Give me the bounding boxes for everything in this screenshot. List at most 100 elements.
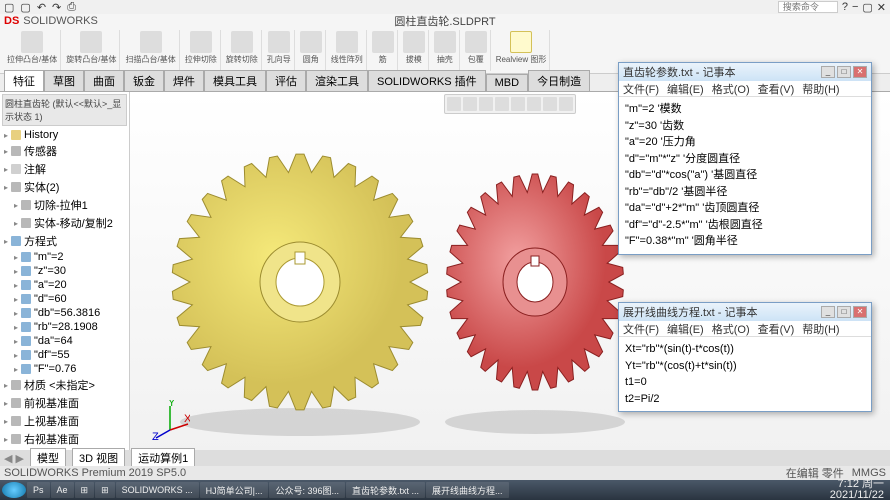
- ribbon-icon[interactable]: [80, 31, 102, 53]
- search-input[interactable]: [778, 1, 838, 13]
- ribbon-icon[interactable]: [21, 31, 43, 53]
- ribbon-icon[interactable]: [465, 31, 487, 53]
- start-button[interactable]: [2, 482, 26, 498]
- notepad-menu[interactable]: 文件(F)编辑(E)格式(O)查看(V)帮助(H): [619, 321, 871, 337]
- notepad-menu-item[interactable]: 编辑(E): [667, 321, 704, 337]
- notepad-body[interactable]: "m"=2 '模数"z"=30 '齿数"a"=20 '压力角"d"="m"*"z…: [619, 97, 871, 254]
- ribbon-group[interactable]: 拉伸切除: [182, 30, 221, 71]
- command-tab[interactable]: 模具工具: [204, 70, 266, 91]
- ribbon-icon[interactable]: [403, 31, 425, 53]
- realview-icon[interactable]: [510, 31, 532, 53]
- feature-tree-item[interactable]: ▸传感器: [2, 142, 127, 160]
- notepad-menu-item[interactable]: 帮助(H): [802, 81, 839, 97]
- notepad-titlebar[interactable]: 直齿轮参数.txt - 记事本 _□✕: [619, 63, 871, 81]
- notepad-menu-item[interactable]: 格式(O): [712, 321, 750, 337]
- view-tool-icon[interactable]: [495, 97, 509, 111]
- qat-icon[interactable]: ↶: [37, 1, 46, 14]
- orientation-triad[interactable]: Y X Z: [150, 400, 190, 440]
- feature-tree-item[interactable]: ▸切除-拉伸1: [2, 196, 127, 214]
- minimize-icon[interactable]: −: [852, 1, 858, 13]
- bottom-tab[interactable]: 3D 视图: [72, 448, 125, 468]
- feature-tree-item[interactable]: ▸上视基准面: [2, 412, 127, 430]
- feature-tree-item[interactable]: ▸"rb"=28.1908: [2, 320, 127, 334]
- feature-tree-item[interactable]: ▸"df"=55: [2, 348, 127, 362]
- ribbon-icon[interactable]: [300, 31, 322, 53]
- feature-tree[interactable]: 圆柱直齿轮 (默认<<默认>_显示状态 1) ▸History▸传感器▸注解▸实…: [0, 92, 130, 480]
- ribbon-group[interactable]: 扫描凸台/基体: [122, 30, 179, 71]
- taskbar-item[interactable]: SOLIDWORKS ...: [116, 482, 199, 498]
- view-tool-icon[interactable]: [479, 97, 493, 111]
- ribbon-icon[interactable]: [336, 31, 358, 53]
- command-tab[interactable]: 今日制造: [528, 70, 590, 91]
- taskbar-item[interactable]: Ae: [51, 482, 74, 498]
- notepad-menu[interactable]: 文件(F)编辑(E)格式(O)查看(V)帮助(H): [619, 81, 871, 97]
- feature-tree-item[interactable]: ▸"z"=30: [2, 264, 127, 278]
- ribbon-group[interactable]: 线性阵列: [328, 30, 367, 71]
- feature-tree-item[interactable]: ▸"da"=64: [2, 334, 127, 348]
- feature-tree-item[interactable]: ▸"d"=60: [2, 292, 127, 306]
- ribbon-group[interactable]: 筋: [369, 30, 398, 71]
- help-icon[interactable]: ?: [842, 1, 848, 13]
- command-tab[interactable]: 焊件: [164, 70, 204, 91]
- taskbar-item[interactable]: ⊞: [75, 482, 95, 498]
- command-tab[interactable]: 曲面: [84, 70, 124, 91]
- qat-icon[interactable]: ↷: [52, 1, 61, 14]
- notepad-body[interactable]: Xt="rb"*(sin(t)-t*cos(t))Yt="rb"*(cos(t)…: [619, 337, 871, 411]
- taskbar-item[interactable]: 公众号: 396图...: [269, 482, 345, 498]
- min-icon[interactable]: _: [821, 306, 835, 318]
- view-tool-icon[interactable]: [511, 97, 525, 111]
- taskbar-item[interactable]: Ps: [27, 482, 50, 498]
- ribbon-group[interactable]: 抽壳: [431, 30, 460, 71]
- close-icon[interactable]: ✕: [853, 66, 867, 78]
- feature-tree-item[interactable]: ▸实体(2): [2, 178, 127, 196]
- close-icon[interactable]: ✕: [853, 306, 867, 318]
- taskbar-clock[interactable]: 7:12 周一 2021/11/22: [826, 479, 888, 501]
- feature-tree-item[interactable]: ▸"m"=2: [2, 250, 127, 264]
- command-tab[interactable]: 渲染工具: [306, 70, 368, 91]
- qat-icon[interactable]: ▢: [4, 1, 14, 14]
- view-tool-icon[interactable]: [463, 97, 477, 111]
- feature-tree-item[interactable]: ▸注解: [2, 160, 127, 178]
- ribbon-group[interactable]: 旋转切除: [223, 30, 262, 71]
- notepad-menu-item[interactable]: 查看(V): [758, 321, 795, 337]
- view-tool-icon[interactable]: [543, 97, 557, 111]
- ribbon-icon[interactable]: [190, 31, 212, 53]
- ribbon-group[interactable]: 拔模: [400, 30, 429, 71]
- notepad-menu-item[interactable]: 格式(O): [712, 81, 750, 97]
- command-tab[interactable]: 特征: [4, 70, 44, 91]
- bottom-tab[interactable]: 运动算例1: [131, 448, 195, 468]
- maximize-icon[interactable]: ▢: [862, 1, 872, 14]
- taskbar-item[interactable]: ⊞: [95, 482, 115, 498]
- view-tool-icon[interactable]: [447, 97, 461, 111]
- feature-tree-item[interactable]: ▸方程式: [2, 232, 127, 250]
- notepad-equations[interactable]: 展开线曲线方程.txt - 记事本 _□✕ 文件(F)编辑(E)格式(O)查看(…: [618, 302, 872, 412]
- notepad-menu-item[interactable]: 文件(F): [623, 321, 659, 337]
- windows-taskbar[interactable]: PsAe⊞⊞SOLIDWORKS ...HJ简单公司|...公众号: 396图.…: [0, 480, 890, 500]
- feature-tree-item[interactable]: ▸"db"=56.3816: [2, 306, 127, 320]
- qat-icon[interactable]: ⎙: [67, 1, 76, 14]
- bottom-tab[interactable]: 模型: [30, 448, 66, 468]
- feature-tree-item[interactable]: ▸"a"=20: [2, 278, 127, 292]
- ribbon-icon[interactable]: [140, 31, 162, 53]
- max-icon[interactable]: □: [837, 66, 851, 78]
- notepad-menu-item[interactable]: 文件(F): [623, 81, 659, 97]
- notepad-parameters[interactable]: 直齿轮参数.txt - 记事本 _□✕ 文件(F)编辑(E)格式(O)查看(V)…: [618, 62, 872, 255]
- command-tab[interactable]: 评估: [266, 70, 306, 91]
- taskbar-item[interactable]: 直齿轮参数.txt ...: [346, 482, 425, 498]
- ribbon-group[interactable]: 孔向导: [264, 30, 295, 71]
- max-icon[interactable]: □: [837, 306, 851, 318]
- taskbar-item[interactable]: 展开线曲线方程...: [426, 482, 509, 498]
- view-tool-icon[interactable]: [559, 97, 573, 111]
- notepad-menu-item[interactable]: 查看(V): [758, 81, 795, 97]
- ribbon-icon[interactable]: [372, 31, 394, 53]
- min-icon[interactable]: _: [821, 66, 835, 78]
- ribbon-icon[interactable]: [434, 31, 456, 53]
- ribbon-group[interactable]: 拉伸凸台/基体: [4, 30, 61, 71]
- command-tab[interactable]: 草图: [44, 70, 84, 91]
- feature-tree-item[interactable]: ▸"F"=0.76: [2, 362, 127, 376]
- view-tool-icon[interactable]: [527, 97, 541, 111]
- ribbon-group[interactable]: 旋转凸台/基体: [63, 30, 120, 71]
- close-icon[interactable]: ✕: [877, 1, 886, 14]
- command-tab[interactable]: 钣金: [124, 70, 164, 91]
- ribbon-group[interactable]: 包覆: [462, 30, 491, 71]
